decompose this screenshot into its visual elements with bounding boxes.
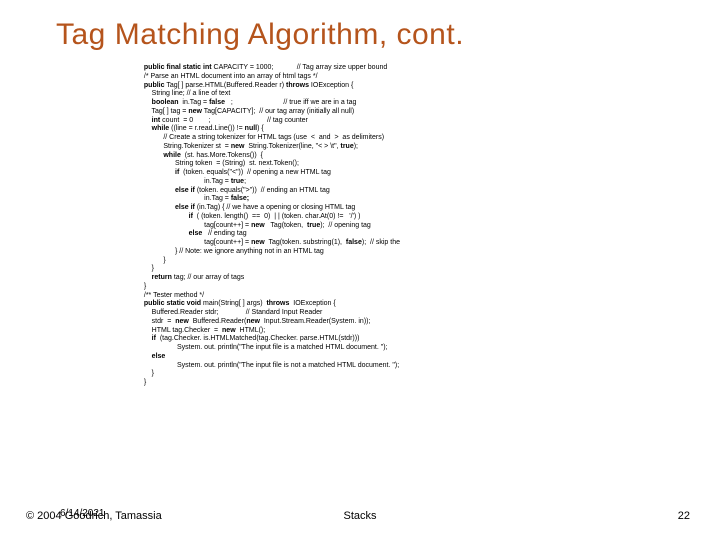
code-block: public final static int CAPACITY = 1000;…	[0, 52, 720, 388]
footer-center: Stacks	[0, 510, 720, 522]
slide-title: Tag Matching Algorithm, cont.	[0, 0, 720, 52]
footer-page-number: 22	[678, 510, 690, 522]
